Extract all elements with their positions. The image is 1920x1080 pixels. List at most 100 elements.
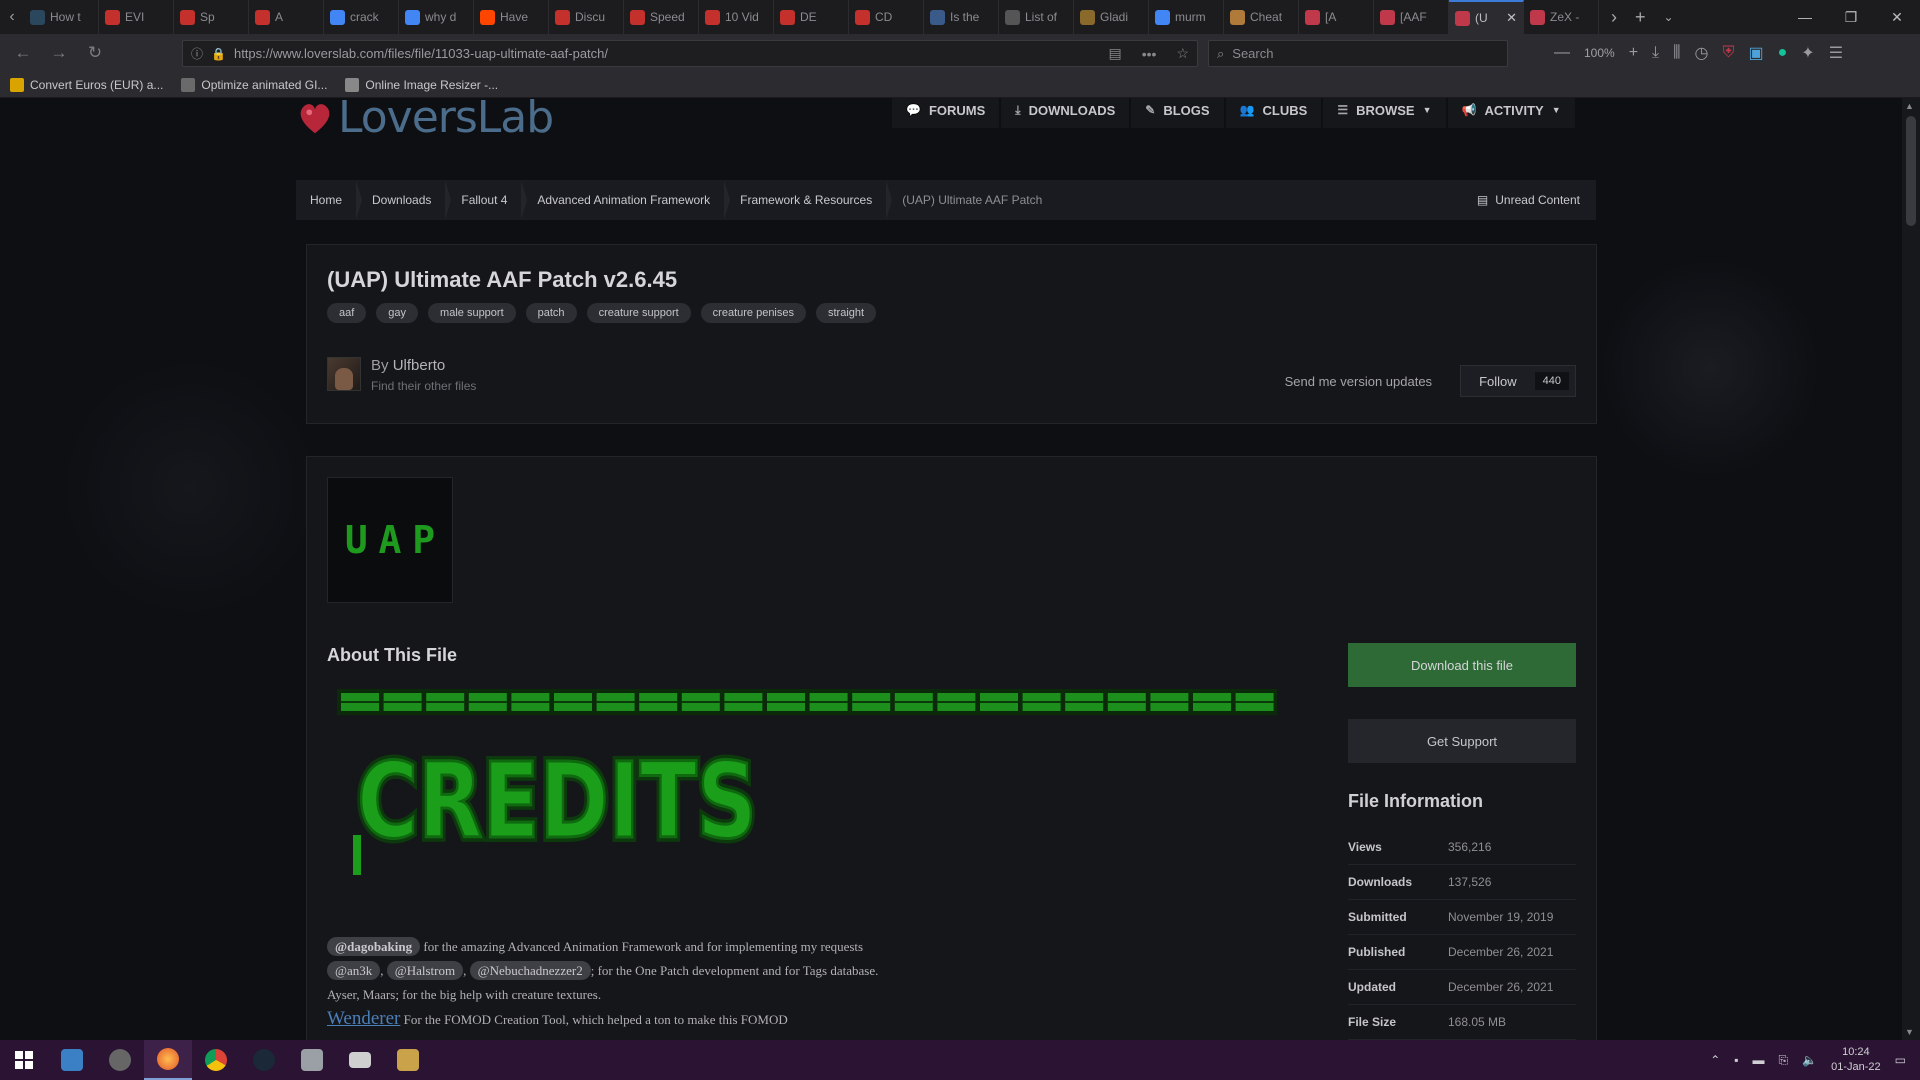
close-tab-icon[interactable]: ✕ (1506, 10, 1517, 26)
breadcrumb-item[interactable]: Home (296, 180, 363, 220)
nav-activity[interactable]: 📢 ACTIVITY ▼ (1447, 98, 1575, 128)
minimize-icon[interactable]: — (1782, 0, 1828, 34)
tray-app-icon[interactable]: ▪ (1734, 1053, 1738, 1067)
taskbar-app-firefox[interactable] (144, 1040, 192, 1080)
tag-chip[interactable]: creature support (586, 303, 691, 323)
url-text[interactable]: https://www.loverslab.com/files/file/110… (234, 46, 1089, 61)
browser-tab[interactable]: Gladi (1074, 0, 1149, 34)
browser-tab[interactable]: List of (999, 0, 1074, 34)
wenderer-link[interactable]: Wenderer (327, 1008, 400, 1029)
nav-clubs[interactable]: 👥 CLUBS (1225, 98, 1322, 128)
browser-tab[interactable]: 10 Vid (699, 0, 774, 34)
zoom-in-icon[interactable]: + (1629, 44, 1638, 62)
page-scrollbar[interactable]: ▲ ▼ (1902, 98, 1920, 1040)
download-button[interactable]: Download this file (1348, 643, 1576, 687)
bookmark-star-icon[interactable]: ☆ (1176, 45, 1189, 62)
tabs-scroll-left-icon[interactable]: ‹ (0, 0, 24, 34)
taskbar-app-monitor[interactable] (288, 1040, 336, 1080)
library-icon[interactable]: ⫼ (1673, 44, 1680, 62)
breadcrumb-item[interactable]: Downloads (358, 180, 452, 220)
extension-puzzle-icon[interactable]: ✦ (1801, 43, 1814, 63)
author-name-link[interactable]: Ulfberto (393, 357, 446, 374)
menu-icon[interactable]: ☰ (1829, 43, 1843, 63)
nav-downloads[interactable]: ⤓ DOWNLOADS (1001, 98, 1130, 128)
zoom-out-icon[interactable]: — (1554, 44, 1570, 62)
nav-forums[interactable]: 💬 FORUMS (892, 98, 1000, 128)
browser-tab[interactable]: Sp (174, 0, 249, 34)
bookmark-item[interactable]: Convert Euros (EUR) a... (10, 77, 163, 92)
nav-blogs[interactable]: ✎ BLOGS (1131, 98, 1224, 128)
browser-tab[interactable]: A (249, 0, 324, 34)
tag-chip[interactable]: patch (525, 303, 577, 323)
scroll-up-icon[interactable]: ▲ (1905, 101, 1914, 111)
tab-list-icon[interactable]: ⌄ (1664, 10, 1674, 24)
other-files-link[interactable]: Find their other files (371, 379, 476, 393)
bookmark-item[interactable]: Optimize animated GI... (181, 77, 327, 92)
taskbar-app-game[interactable] (384, 1040, 432, 1080)
breadcrumb-item[interactable]: Fallout 4 (447, 180, 528, 220)
history-icon[interactable]: ◷ (1695, 43, 1709, 63)
bookmark-item[interactable]: Online Image Resizer -... (345, 77, 498, 92)
browser-tab[interactable]: How t (24, 0, 99, 34)
extension-icon[interactable]: ⛨ (1722, 44, 1734, 62)
breadcrumb-item[interactable]: Advanced Animation Framework (523, 180, 730, 220)
browser-tab[interactable]: Is the (924, 0, 999, 34)
get-support-button[interactable]: Get Support (1348, 719, 1576, 763)
mention-link[interactable]: @Halstrom (386, 961, 464, 980)
tabs-scroll-right-icon[interactable]: › (1611, 7, 1617, 28)
tag-chip[interactable]: creature penises (700, 303, 806, 323)
scroll-down-icon[interactable]: ▼ (1905, 1027, 1914, 1037)
grammar-extension-icon[interactable]: ● (1778, 44, 1788, 62)
new-tab-icon[interactable]: + (1635, 7, 1646, 28)
taskbar-app-window[interactable] (336, 1040, 384, 1080)
follow-button[interactable]: Follow 440 (1460, 365, 1576, 397)
search-input[interactable]: ⌕ Search (1208, 40, 1508, 67)
restore-icon[interactable]: ❐ (1828, 0, 1874, 34)
browser-tab[interactable]: Cheat (1224, 0, 1299, 34)
browser-tab[interactable]: EVI (99, 0, 174, 34)
save-icon[interactable]: ▣ (1748, 43, 1763, 63)
browser-tab[interactable]: CD (849, 0, 924, 34)
downloads-icon[interactable]: ⤓ (1652, 44, 1659, 62)
page-actions-icon[interactable]: ••• (1142, 46, 1157, 62)
browser-tab[interactable]: [AAF (1374, 0, 1449, 34)
clock[interactable]: 10:24 01-Jan-22 (1831, 1045, 1881, 1075)
back-icon[interactable]: ← (8, 38, 38, 68)
zoom-level[interactable]: 100% (1584, 46, 1615, 60)
browser-tab[interactable]: Discu (549, 0, 624, 34)
scroll-thumb[interactable] (1906, 116, 1916, 226)
taskbar-app-tool[interactable] (96, 1040, 144, 1080)
mention-link[interactable]: @an3k (327, 961, 381, 980)
browser-tab[interactable]: (U ✕ (1449, 0, 1524, 34)
notifications-icon[interactable]: ▭ (1895, 1053, 1906, 1067)
file-thumbnail[interactable]: UAP (327, 477, 453, 603)
close-window-icon[interactable]: ✕ (1874, 0, 1920, 34)
avatar[interactable] (327, 357, 361, 391)
site-info-icon[interactable]: ⓘ (191, 45, 203, 62)
tag-chip[interactable]: aaf (327, 303, 367, 323)
tag-chip[interactable]: straight (816, 303, 877, 323)
browser-tab[interactable]: murm (1149, 0, 1224, 34)
breadcrumb-item[interactable]: Framework & Resources (726, 180, 893, 220)
tray-drive-icon[interactable]: ▬ (1753, 1053, 1765, 1067)
taskbar-app-chrome[interactable] (192, 1040, 240, 1080)
site-logo[interactable]: LoversLab (296, 98, 554, 143)
taskbar-app-explorer[interactable] (48, 1040, 96, 1080)
browser-tab[interactable]: crack (324, 0, 399, 34)
url-bar[interactable]: ⓘ 🔒 https://www.loverslab.com/files/file… (182, 40, 1198, 67)
browser-tab[interactable]: DE (774, 0, 849, 34)
volume-icon[interactable]: 🔈 (1802, 1053, 1817, 1067)
browser-tab[interactable]: why d (399, 0, 474, 34)
taskbar-app-steam[interactable] (240, 1040, 288, 1080)
mention-link[interactable]: @dagobaking (327, 937, 421, 956)
browser-tab[interactable]: ZeX - (1524, 0, 1599, 34)
browser-tab[interactable]: Speed (624, 0, 699, 34)
mention-link[interactable]: @Nebuchadnezzer2 (469, 961, 591, 980)
start-button[interactable] (0, 1040, 48, 1080)
network-icon[interactable]: ⎘ (1779, 1053, 1789, 1068)
tag-chip[interactable]: gay (376, 303, 419, 323)
tray-expand-icon[interactable]: ⌃ (1710, 1053, 1720, 1067)
forward-icon[interactable]: → (44, 38, 74, 68)
browser-tab[interactable]: Have (474, 0, 549, 34)
reader-view-icon[interactable]: ▤ (1108, 45, 1121, 62)
